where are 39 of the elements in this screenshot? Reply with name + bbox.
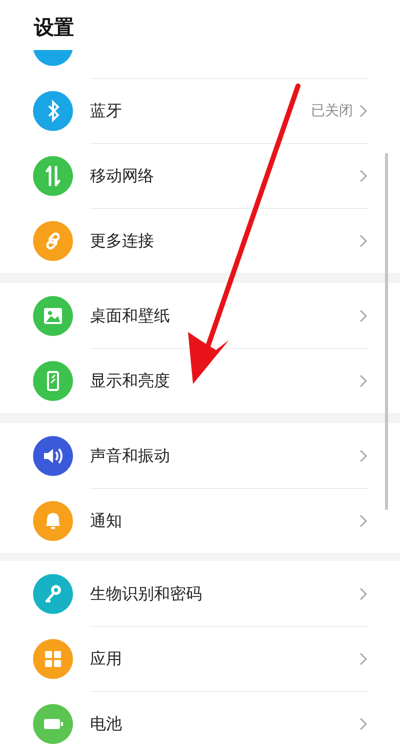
settings-item[interactable]: 生物识别和密码 — [0, 561, 400, 626]
item-label: 声音和振动 — [90, 446, 171, 466]
link-icon — [33, 220, 73, 260]
settings-item[interactable]: 蓝牙 已关闭 — [0, 78, 400, 143]
chevron-icon — [359, 652, 368, 666]
chevron-icon — [359, 309, 368, 323]
settings-item[interactable]: 声音和振动 — [0, 423, 400, 488]
bluetooth-icon — [33, 90, 73, 130]
item-label: 显示和亮度 — [90, 370, 171, 392]
image-icon — [33, 296, 73, 336]
settings-item[interactable]: 桌面和壁纸 — [0, 283, 400, 348]
item-label: 更多连接 — [90, 230, 155, 252]
item-label: 移动网络 — [90, 166, 155, 186]
settings-item[interactable]: 移动网络 — [0, 143, 400, 208]
grid-icon — [33, 638, 73, 678]
chevron-icon — [359, 104, 368, 118]
item-label: 通知 — [90, 510, 123, 532]
chevron-icon — [359, 234, 368, 248]
key-icon — [33, 574, 73, 614]
bell-icon — [33, 500, 73, 540]
item-label: 电池 — [90, 714, 123, 734]
item-label: 生物识别和密码 — [90, 584, 203, 604]
settings-item[interactable]: 电池 — [0, 691, 400, 744]
arrows-icon — [33, 156, 73, 196]
chevron-icon — [359, 717, 368, 731]
chevron-icon — [359, 587, 368, 601]
battery-icon — [33, 704, 73, 744]
item-label: 应用 — [90, 648, 123, 670]
chevron-icon — [359, 449, 368, 463]
speaker-icon — [33, 436, 73, 476]
chevron-icon — [359, 169, 368, 183]
item-label: 蓝牙 — [90, 100, 123, 122]
item-label: 桌面和壁纸 — [90, 306, 171, 326]
chevron-icon — [359, 374, 368, 388]
page-title: 设置 — [34, 14, 74, 41]
phone-icon — [33, 360, 73, 400]
chevron-icon — [359, 514, 368, 528]
settings-item[interactable]: 应用 — [0, 626, 400, 691]
status-text: 已关闭 — [311, 102, 353, 120]
